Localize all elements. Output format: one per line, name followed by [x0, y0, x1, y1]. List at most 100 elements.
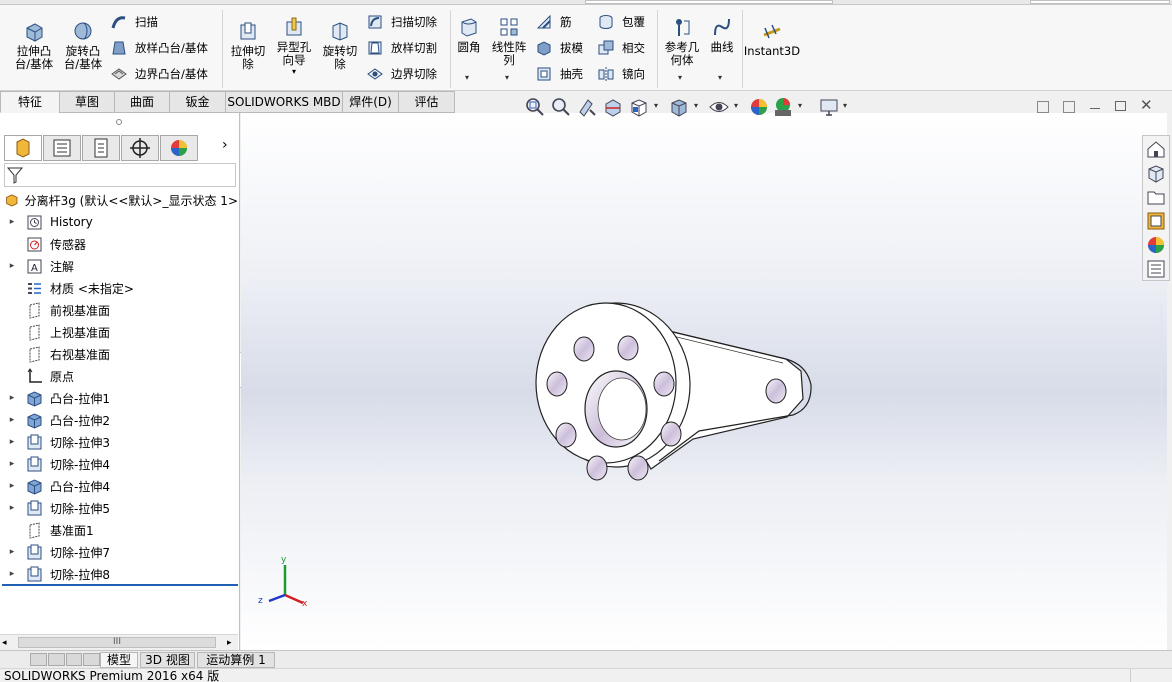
panel-horizontal-scrollbar[interactable]: ◂ III ▸: [0, 634, 238, 650]
swept-cut-button[interactable]: 扫描切除: [366, 13, 437, 31]
view-settings-icon[interactable]: [818, 96, 840, 118]
tree-item[interactable]: ▸ 凸台-拉伸4: [0, 475, 238, 497]
hole-wizard-button[interactable]: 异型孔 向导 ▾: [272, 16, 316, 77]
tab-sketch[interactable]: 草图: [59, 91, 115, 113]
hole-wizard-dropdown-caret[interactable]: ▾: [292, 67, 296, 77]
expand-arrow-icon[interactable]: ▸: [6, 503, 18, 513]
mirror-button[interactable]: 镜向: [597, 65, 645, 83]
boundary-cut-button[interactable]: 边界切除: [366, 65, 437, 83]
last-tab-arrow[interactable]: [83, 653, 100, 666]
extruded-boss-button[interactable]: 拉伸凸 台/基体: [10, 20, 58, 71]
expand-arrow-icon[interactable]: ▸: [6, 393, 18, 403]
intersect-button[interactable]: 相交: [597, 39, 645, 57]
hide-show-items-icon[interactable]: [708, 96, 730, 118]
revolved-cut-button[interactable]: 旋转切 除: [318, 20, 362, 71]
tree-item[interactable]: ▸ 切除-拉伸4: [0, 453, 238, 475]
tree-item[interactable]: 右视基准面: [0, 343, 238, 365]
revolved-boss-button[interactable]: 旋转凸 台/基体: [59, 20, 107, 71]
tree-item[interactable]: 上视基准面: [0, 321, 238, 343]
viewport-restore-icon[interactable]: [1115, 101, 1126, 111]
tree-item[interactable]: 材质 <未指定>: [0, 277, 238, 299]
extruded-cut-button[interactable]: 拉伸切 除: [226, 20, 270, 71]
panel-grip-icon[interactable]: [116, 119, 122, 125]
rib-button[interactable]: 筋: [535, 13, 572, 31]
viewport-next-icon[interactable]: [1063, 101, 1075, 113]
view-orientation-dropdown[interactable]: ▾: [654, 101, 658, 110]
tab-dimxpert-manager[interactable]: [121, 135, 159, 161]
tab-model[interactable]: 模型: [100, 652, 138, 668]
tree-item[interactable]: ▸ A 注解: [0, 255, 238, 277]
tree-item[interactable]: ▸ 切除-拉伸5: [0, 497, 238, 519]
tab-scroll-arrows[interactable]: [30, 653, 100, 666]
lofted-boss-button[interactable]: 放样凸台/基体: [110, 39, 208, 57]
expand-arrow-icon[interactable]: ▸: [6, 459, 18, 469]
tree-item[interactable]: 基准面1: [0, 519, 238, 541]
expand-arrow-icon[interactable]: ▸: [6, 261, 18, 271]
expand-arrow-icon[interactable]: ▸: [6, 437, 18, 447]
tree-item[interactable]: 前视基准面: [0, 299, 238, 321]
search-field-edge[interactable]: [585, 0, 833, 4]
tab-feature-manager[interactable]: [4, 135, 42, 161]
instant3d-button[interactable]: Instant3D: [744, 20, 800, 58]
tab-weldments[interactable]: 焊件(D): [342, 91, 399, 113]
fillet-button[interactable]: 圆角: [454, 16, 484, 54]
scroll-right-arrow[interactable]: ▸: [227, 638, 232, 648]
solidworks-resources-icon[interactable]: [1145, 138, 1167, 160]
curves-button[interactable]: 曲线: [706, 16, 738, 54]
curves-dropdown-caret[interactable]: ▾: [718, 73, 722, 82]
first-tab-arrow[interactable]: [30, 653, 47, 666]
tree-item[interactable]: ▸ 切除-拉伸7: [0, 541, 238, 563]
reference-geometry-button[interactable]: 参考几 何体: [662, 16, 702, 67]
expand-arrow-icon[interactable]: ▸: [6, 217, 18, 227]
tree-item[interactable]: ▸ 切除-拉伸3: [0, 431, 238, 453]
expand-arrow-icon[interactable]: ▸: [6, 481, 18, 491]
graphics-area[interactable]: y x z: [241, 113, 1167, 650]
swept-boss-button[interactable]: 扫描: [110, 13, 158, 31]
tree-item[interactable]: ▸ 凸台-拉伸2: [0, 409, 238, 431]
apply-scene-icon[interactable]: [772, 96, 794, 118]
tree-item[interactable]: ▸ History: [0, 211, 238, 233]
viewport-prev-icon[interactable]: [1037, 101, 1049, 113]
tree-item[interactable]: 原点: [0, 365, 238, 387]
tab-mbd[interactable]: SOLIDWORKS MBD: [225, 91, 343, 113]
expand-arrow-icon[interactable]: ▸: [6, 547, 18, 557]
tab-property-manager[interactable]: [43, 135, 81, 161]
tab-3d-view[interactable]: 3D 视图: [140, 652, 195, 668]
tab-evaluate[interactable]: 评估: [398, 91, 455, 113]
reference-geometry-dropdown-caret[interactable]: ▾: [678, 73, 682, 82]
section-view-icon[interactable]: [602, 96, 624, 118]
prev-tab-arrow[interactable]: [47, 653, 65, 666]
previous-view-icon[interactable]: [576, 96, 598, 118]
view-settings-dropdown[interactable]: ▾: [843, 101, 847, 110]
viewport-minimize-icon[interactable]: [1090, 108, 1100, 109]
next-tab-arrow[interactable]: [65, 653, 83, 666]
tab-surfaces[interactable]: 曲面: [114, 91, 170, 113]
custom-properties-icon[interactable]: [1145, 258, 1167, 280]
edit-appearance-icon[interactable]: [748, 96, 770, 118]
part-model[interactable]: [241, 113, 1167, 650]
zoom-to-area-icon[interactable]: [550, 96, 572, 118]
viewport-close-icon[interactable]: ✕: [1140, 96, 1153, 114]
fillet-dropdown-caret[interactable]: ▾: [465, 73, 469, 82]
linear-pattern-dropdown-caret[interactable]: ▾: [505, 73, 509, 82]
display-style-icon[interactable]: [668, 96, 690, 118]
linear-pattern-button[interactable]: 线性阵 列: [488, 16, 530, 67]
tree-item[interactable]: 传感器: [0, 233, 238, 255]
zoom-to-fit-icon[interactable]: [524, 96, 546, 118]
rollback-bar[interactable]: [2, 584, 238, 586]
tree-item[interactable]: ▸ 切除-拉伸8: [0, 563, 238, 585]
draft-button[interactable]: 拔模: [535, 39, 583, 57]
tab-configuration-manager[interactable]: [82, 135, 120, 161]
tab-display-manager[interactable]: [160, 135, 198, 161]
file-explorer-icon[interactable]: [1145, 186, 1167, 208]
apply-scene-dropdown[interactable]: ▾: [798, 101, 802, 110]
scroll-thumb[interactable]: III: [18, 637, 216, 648]
tab-sheet-metal[interactable]: 钣金: [169, 91, 226, 113]
tree-root-part[interactable]: 分离杆3g (默认<<默认>_显示状态 1>: [0, 189, 238, 211]
scroll-left-arrow[interactable]: ◂: [2, 638, 7, 648]
shell-button[interactable]: 抽壳: [535, 65, 583, 83]
design-library-icon[interactable]: [1145, 162, 1167, 184]
appearances-scenes-icon[interactable]: [1145, 234, 1167, 256]
tree-filter-field[interactable]: [4, 163, 236, 187]
tree-item[interactable]: ▸ 凸台-拉伸1: [0, 387, 238, 409]
